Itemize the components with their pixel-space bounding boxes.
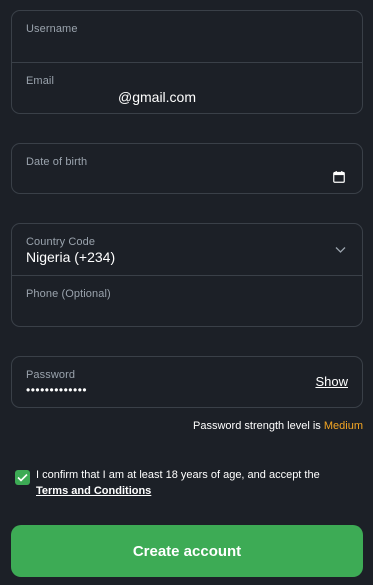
- password-strength-text: Password strength level is: [193, 420, 321, 432]
- age-consent-label: I confirm that I am at least 18 years of…: [36, 469, 320, 481]
- email-label: Email: [26, 75, 55, 87]
- username-label: Username: [26, 23, 78, 35]
- dob-field[interactable]: Date of birth: [12, 144, 362, 193]
- country-code-label: Country Code: [26, 236, 96, 248]
- create-account-button[interactable]: Create account: [11, 525, 363, 577]
- show-password-button[interactable]: Show: [315, 374, 348, 389]
- checkmark-icon: [17, 473, 28, 482]
- terms-and-conditions-link[interactable]: Terms and Conditions: [36, 485, 151, 497]
- phone-fields-group: Country Code Nigeria (+234) Phone (Optio…: [11, 223, 363, 327]
- password-value: •••••••••••••: [26, 383, 88, 397]
- calendar-icon[interactable]: [333, 171, 345, 183]
- chevron-down-icon: [335, 247, 346, 253]
- password-strength: Password strength level is Medium: [193, 420, 363, 432]
- age-consent-text: I confirm that I am at least 18 years of…: [36, 467, 356, 499]
- password-label: Password: [26, 369, 76, 381]
- email-field[interactable]: Email @gmail.com: [12, 62, 362, 113]
- dob-group: Date of birth: [11, 143, 363, 194]
- password-field[interactable]: Password ••••••••••••• Show: [12, 357, 362, 407]
- email-value: @gmail.com: [118, 89, 197, 105]
- password-strength-level: Medium: [323, 420, 363, 432]
- password-group: Password ••••••••••••• Show: [11, 356, 363, 408]
- country-code-value: Nigeria (+234): [26, 249, 116, 265]
- account-fields-group: Username Email @gmail.com: [11, 10, 363, 114]
- phone-field[interactable]: Phone (Optional): [12, 275, 362, 326]
- phone-label: Phone (Optional): [26, 288, 111, 300]
- age-consent-checkbox[interactable]: [15, 470, 30, 485]
- country-code-select[interactable]: Country Code Nigeria (+234): [12, 224, 362, 275]
- dob-label: Date of birth: [26, 156, 88, 168]
- username-field[interactable]: Username: [12, 11, 362, 62]
